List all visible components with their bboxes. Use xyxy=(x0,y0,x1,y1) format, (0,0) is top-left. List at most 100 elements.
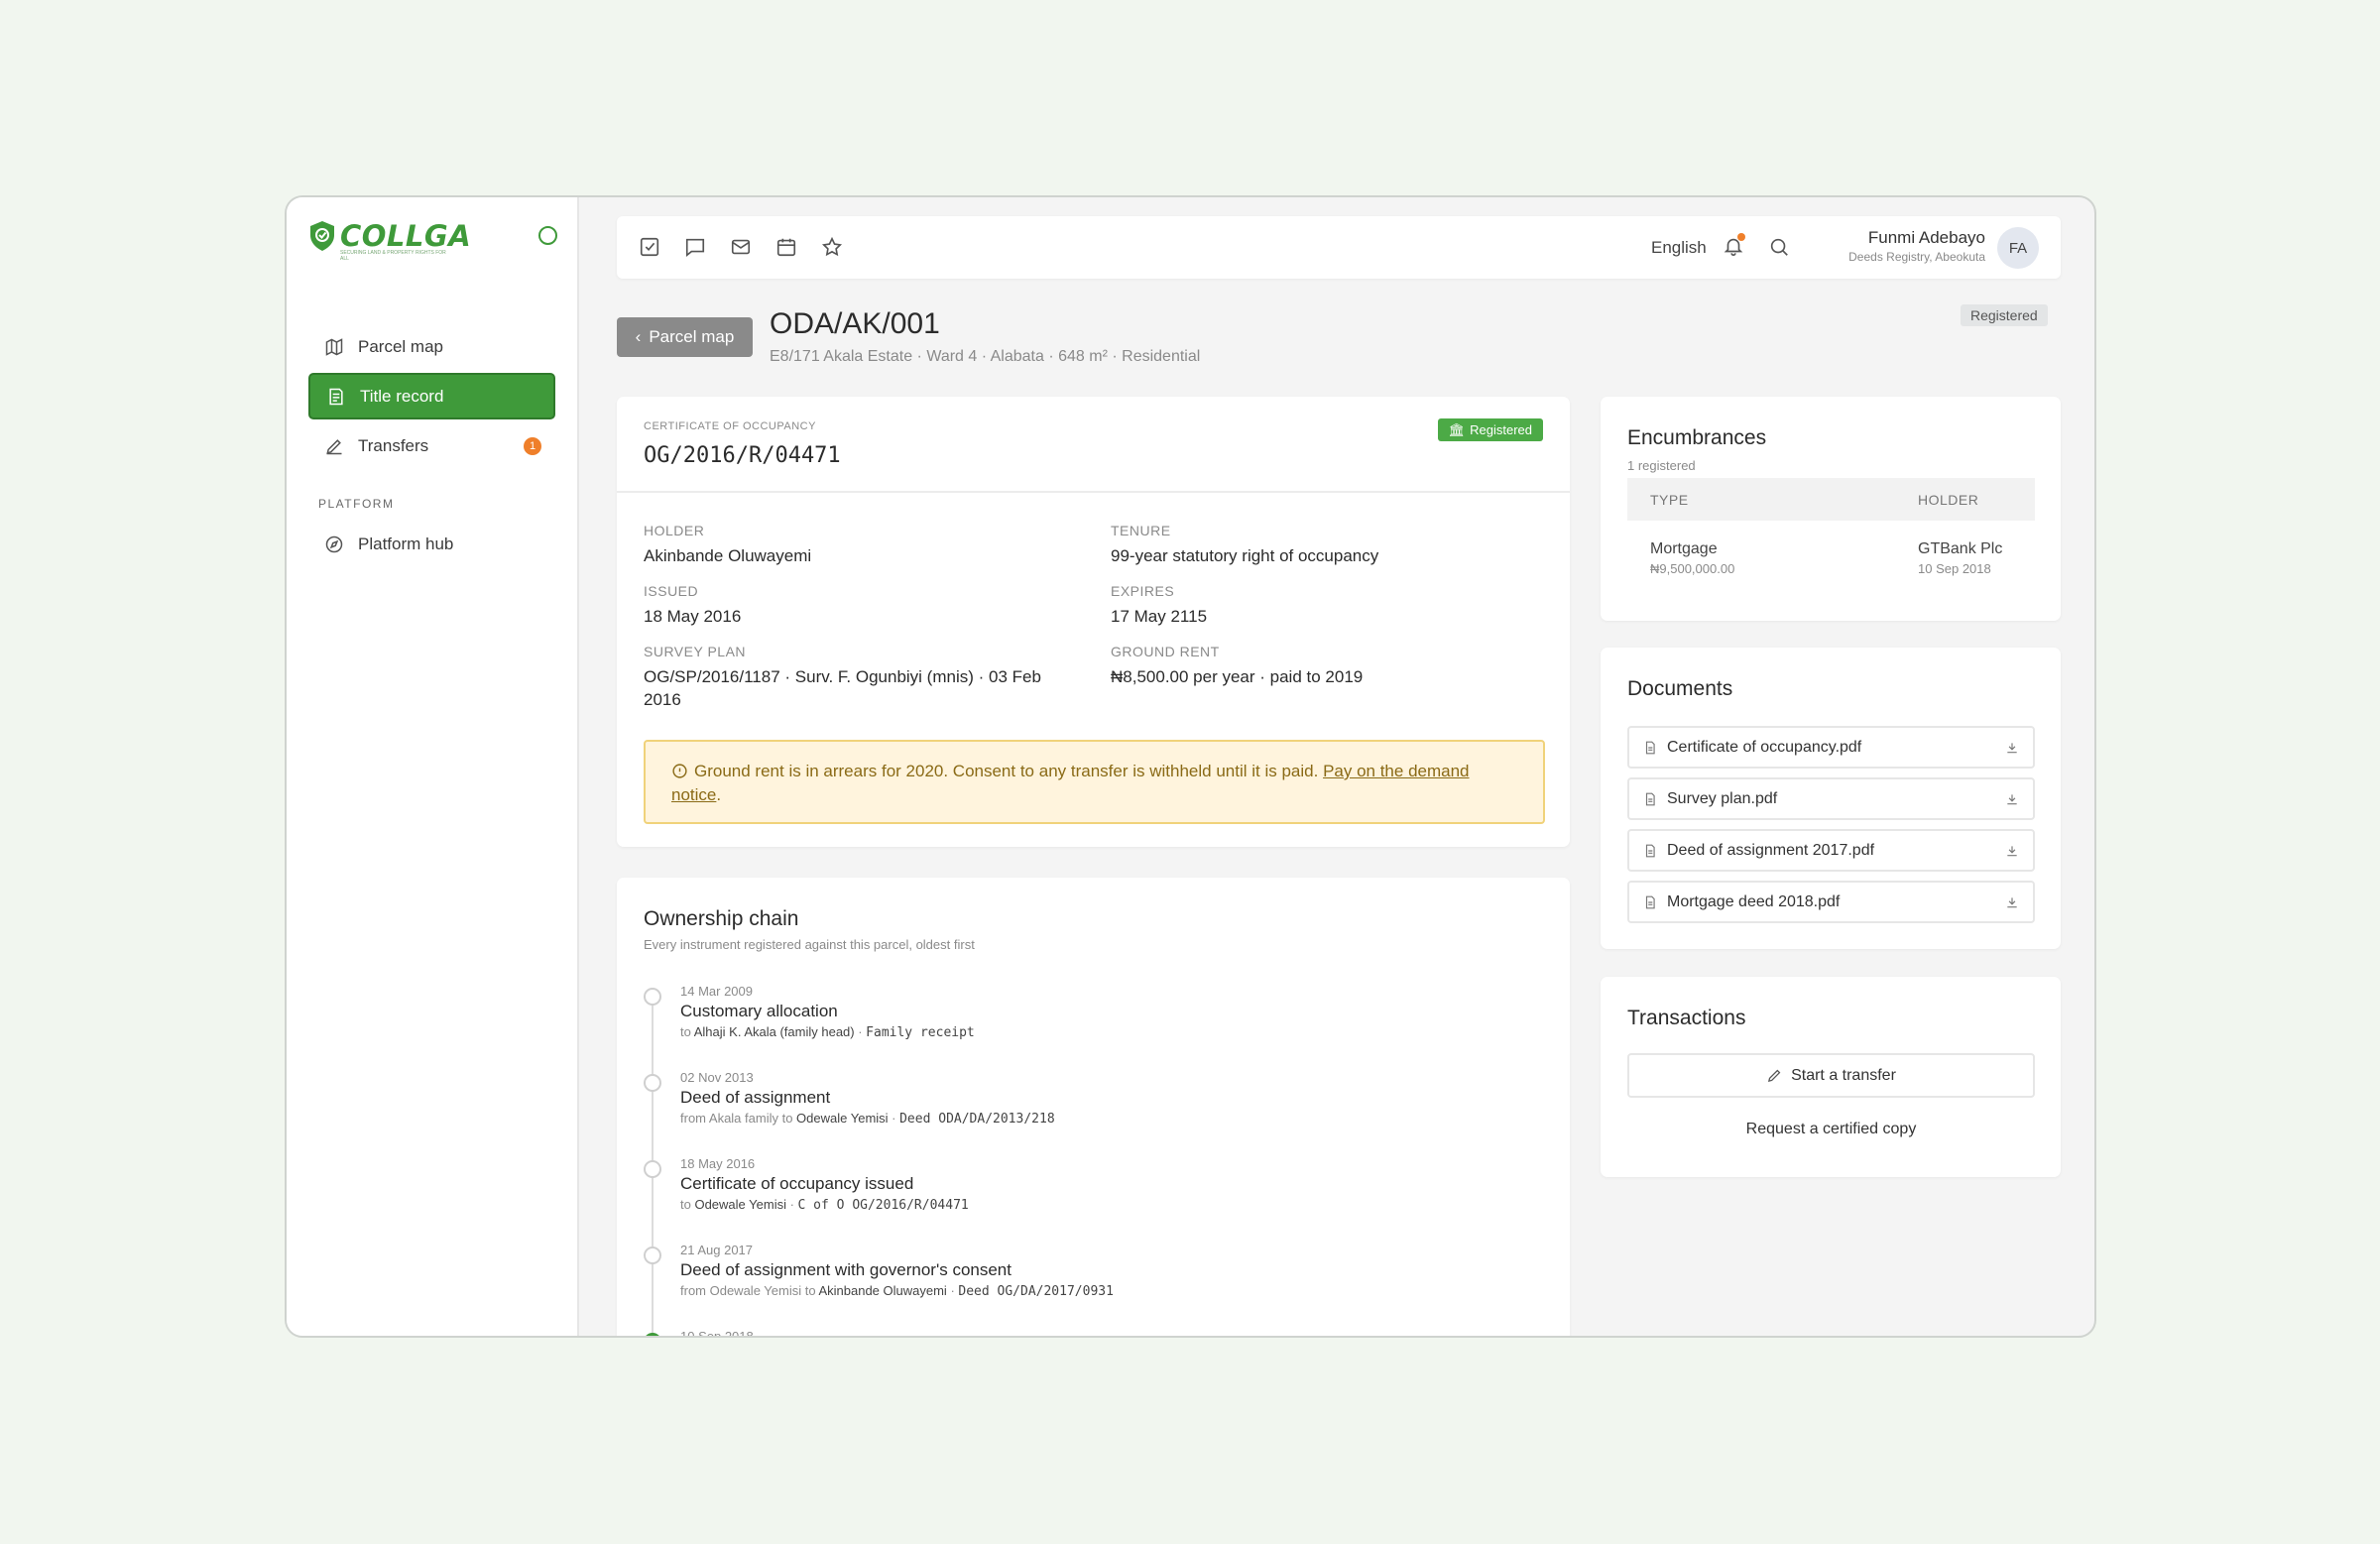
card-title: Encumbrances xyxy=(1627,426,1767,449)
table-row[interactable]: Mortgage ₦9,500,000.00 GTBank Plc 10 Sep… xyxy=(1627,521,2035,576)
entry-separator: · xyxy=(854,1024,867,1039)
avatar[interactable]: FA xyxy=(1997,227,2039,269)
timeline-dot xyxy=(644,988,661,1006)
certificate-label: CERTIFICATE OF OCCUPANCY xyxy=(644,420,816,432)
warning-suffix: . xyxy=(716,785,722,804)
encumbrance-type: Mortgage xyxy=(1650,540,1718,557)
mail-icon[interactable] xyxy=(730,236,752,258)
calendar-icon[interactable] xyxy=(775,236,797,258)
notification-dot xyxy=(1737,233,1745,241)
sidebar: COLLGA SECURING LAND & PROPERTY RIGHTS F… xyxy=(287,197,579,1336)
certificate-status-badge: 🏛 Registered xyxy=(1437,418,1543,441)
encumbrances-header: Encumbrances 1 registered xyxy=(1627,426,1766,473)
user-name: Funmi Adebayo xyxy=(1867,228,1985,247)
entry-party: Odewale Yemisi xyxy=(694,1197,786,1212)
document-item[interactable]: Survey plan.pdf xyxy=(1627,777,2035,820)
field-label: GROUND RENT xyxy=(1111,644,1220,659)
certificate-fields: HOLDER Akinbande Oluwayemi TENURE 99-yea… xyxy=(644,523,1544,711)
entry-reference: Deed OG/DA/2017/0931 xyxy=(958,1284,1114,1299)
entry-separator: · xyxy=(888,1111,900,1126)
language-selector[interactable]: English xyxy=(1651,238,1707,258)
document-item[interactable]: Certificate of occupancy.pdf xyxy=(1627,726,2035,769)
entry-title: Deed of assignment xyxy=(680,1088,831,1107)
notifications-button[interactable] xyxy=(1723,233,1745,262)
entry-reference: C of O OG/2016/R/04471 xyxy=(797,1198,969,1213)
download-icon[interactable] xyxy=(2005,792,2019,806)
entry-party: Odewale Yemisi xyxy=(796,1111,889,1126)
document-item[interactable]: Deed of assignment 2017.pdf xyxy=(1627,829,2035,872)
documents-card: Documents Certificate of occupancy.pdf S… xyxy=(1601,648,2061,949)
field-holder: HOLDER Akinbande Oluwayemi xyxy=(644,523,1111,567)
certificate-header: CERTIFICATE OF OCCUPANCY OG/2016/R/04471… xyxy=(617,397,1570,493)
tasks-icon[interactable] xyxy=(639,236,660,258)
sidebar-item-platform-hub[interactable]: Platform hub xyxy=(308,521,555,567)
arrears-warning: Ground rent is in arrears for 2020. Cons… xyxy=(644,740,1545,824)
start-transfer-button[interactable]: Start a transfer xyxy=(1627,1053,2035,1098)
file-icon xyxy=(1645,844,1655,857)
shield-logo-icon xyxy=(310,221,334,251)
document-name: Deed of assignment 2017.pdf xyxy=(1667,841,1875,859)
document-item[interactable]: Mortgage deed 2018.pdf xyxy=(1627,881,2035,923)
download-icon[interactable] xyxy=(2005,741,2019,755)
entry-prefix: from Akala family to xyxy=(680,1111,797,1126)
back-button[interactable]: ‹ Parcel map xyxy=(617,317,753,357)
search-button[interactable] xyxy=(1768,236,1790,263)
sidebar-item-transfers[interactable]: Transfers 1 xyxy=(308,422,555,469)
entry-date: 10 Sep 2018 xyxy=(680,1329,754,1338)
field-ground-rent: GROUND RENT ₦8,500.00 per year · paid to… xyxy=(1111,644,1544,711)
field-label: ISSUED xyxy=(644,583,699,599)
field-value: 99-year statutory right of occupancy xyxy=(1111,546,1379,565)
sidebar-nav: Parcel map Title record Transfers 1 PLAT… xyxy=(308,323,555,570)
sidebar-item-label: Platform hub xyxy=(358,534,454,553)
field-tenure: TENURE 99-year statutory right of occupa… xyxy=(1111,523,1544,567)
ownership-chain-header: Ownership chain Every instrument registe… xyxy=(644,907,975,952)
encumbrance-holder: GTBank Plc xyxy=(1918,540,2003,557)
sidebar-item-parcel-map[interactable]: Parcel map xyxy=(308,323,555,370)
column-header-type: TYPE xyxy=(1650,491,1689,508)
pen-icon xyxy=(326,438,342,454)
timeline-entry: 02 Nov 2013 Deed of assignment from Akal… xyxy=(644,1070,1543,1156)
chat-icon[interactable] xyxy=(684,236,706,258)
entry-title: Customary allocation xyxy=(680,1002,838,1020)
documents-list: Certificate of occupancy.pdf Survey plan… xyxy=(1627,726,2035,932)
user-menu[interactable]: Funmi Adebayo Deeds Registry, Abeokuta xyxy=(1848,228,1985,264)
entry-detail: to Odewale Yemisi · C of O OG/2016/R/044… xyxy=(680,1197,1543,1213)
download-icon[interactable] xyxy=(2005,844,2019,858)
document-name: Survey plan.pdf xyxy=(1667,789,1778,807)
field-label: TENURE xyxy=(1111,523,1171,538)
sidebar-item-title-record[interactable]: Title record xyxy=(308,373,555,419)
certificate-number: OG/2016/R/04471 xyxy=(644,443,841,468)
back-button-label: Parcel map xyxy=(649,327,735,346)
request-certified-copy-button[interactable]: Request a certified copy xyxy=(1627,1121,2035,1138)
status-indicator xyxy=(538,226,557,245)
star-icon[interactable] xyxy=(821,236,843,258)
field-value: ₦8,500.00 per year · paid to 2019 xyxy=(1111,667,1364,686)
info-icon xyxy=(672,764,687,778)
timeline-entry: 18 May 2016 Certificate of occupancy iss… xyxy=(644,1156,1543,1243)
logo[interactable]: COLLGA xyxy=(308,219,471,253)
entry-reference: Deed ODA/DA/2013/218 xyxy=(899,1112,1055,1127)
field-value: 17 May 2115 xyxy=(1111,607,1208,626)
quick-actions xyxy=(639,236,843,258)
transactions-header: Transactions xyxy=(1627,1007,1745,1030)
download-icon[interactable] xyxy=(2005,895,2019,909)
transactions-card: Transactions Start a transfer Request a … xyxy=(1601,977,2061,1177)
field-value: 18 May 2016 xyxy=(644,607,742,626)
timeline-entry: 10 Sep 2018 xyxy=(644,1329,1543,1338)
field-survey-plan: SURVEY PLAN OG/SP/2016/1187 · Surv. F. O… xyxy=(644,644,1111,711)
field-value: OG/SP/2016/1187 · Surv. F. Ogunbiyi (mni… xyxy=(644,667,1041,709)
document-name: Certificate of occupancy.pdf xyxy=(1667,738,1862,756)
card-title: Ownership chain xyxy=(644,907,799,930)
certificate-status-label: Registered xyxy=(1470,422,1532,437)
entry-date: 21 Aug 2017 xyxy=(680,1243,754,1257)
entry-title: Deed of assignment with governor's conse… xyxy=(680,1260,1012,1279)
certificate-card: CERTIFICATE OF OCCUPANCY OG/2016/R/04471… xyxy=(617,397,1570,847)
entry-date: 18 May 2016 xyxy=(680,1156,756,1171)
encumbrance-type-cell: Mortgage ₦9,500,000.00 xyxy=(1650,540,1918,576)
entry-detail: from Odewale Yemisi to Akinbande Oluwaye… xyxy=(680,1283,1543,1299)
entry-party: Alhaji K. Akala (family head) xyxy=(693,1024,855,1039)
file-icon xyxy=(1645,741,1655,754)
notification-badge: 1 xyxy=(524,436,541,455)
field-label: EXPIRES xyxy=(1111,583,1175,599)
pen-icon xyxy=(1768,1069,1781,1083)
